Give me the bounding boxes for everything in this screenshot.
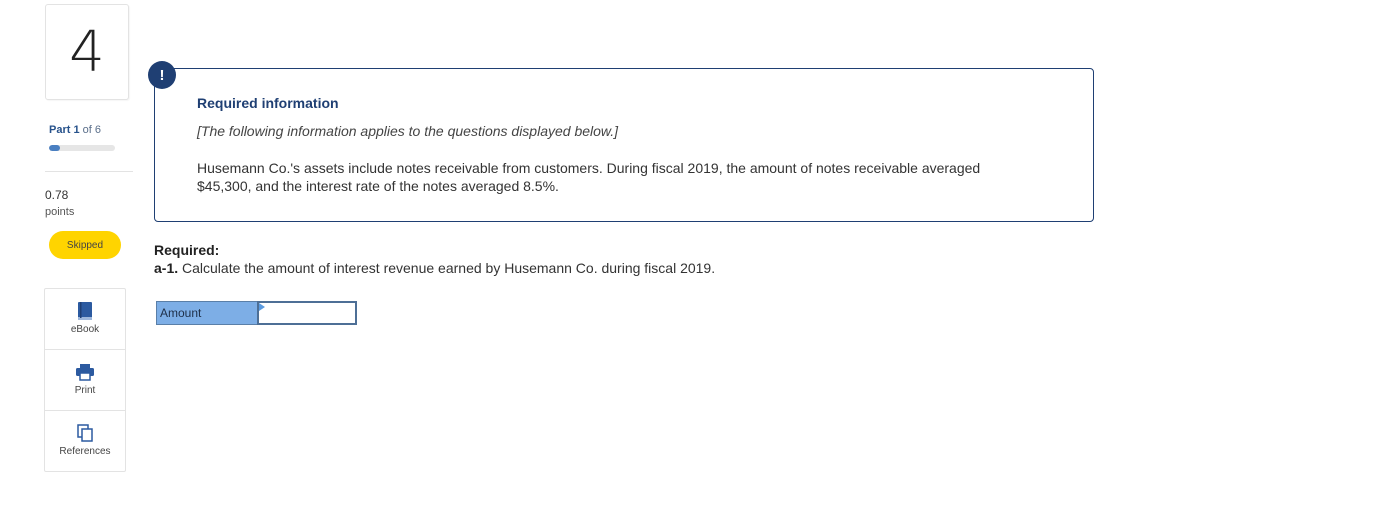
part-indicator: Part 1 of 6 — [49, 124, 101, 136]
part-prefix: Part 1 — [49, 124, 80, 136]
question-body: Calculate the amount of interest revenue… — [178, 260, 716, 276]
part-progress-fill — [49, 145, 60, 151]
print-button[interactable]: Print — [45, 350, 125, 411]
cell-marker-icon — [259, 303, 265, 311]
info-title: Required information — [197, 95, 339, 111]
part-current: 1 — [73, 124, 80, 136]
alert-icon: ! — [148, 61, 176, 89]
info-note: [The following information applies to th… — [197, 123, 619, 139]
required-information-box: Required information [The following info… — [154, 68, 1094, 222]
part-progress-bar — [49, 145, 115, 151]
copy-icon — [76, 423, 94, 443]
question-text: a-1. Calculate the amount of interest re… — [154, 260, 715, 276]
references-button[interactable]: References — [45, 411, 125, 472]
required-heading: Required: — [154, 242, 220, 258]
print-label: Print — [74, 385, 96, 396]
printer-icon — [75, 362, 95, 382]
sidebar-divider — [45, 171, 133, 172]
amount-input[interactable] — [259, 303, 355, 323]
status-badge: Skipped — [49, 231, 121, 259]
references-label: References — [59, 446, 111, 457]
ebook-label: eBook — [70, 324, 100, 335]
tools-panel: eBook Print References — [44, 288, 126, 472]
points-label: points — [45, 206, 75, 218]
question-label: a-1. — [154, 260, 179, 276]
amount-cell[interactable] — [257, 301, 357, 325]
book-icon — [77, 301, 93, 321]
answer-table: Amount — [156, 301, 357, 325]
amount-label: Amount — [156, 301, 257, 325]
info-body: Husemann Co.'s assets include notes rece… — [197, 160, 981, 194]
ebook-button[interactable]: eBook — [45, 289, 125, 350]
question-number: 4 — [45, 4, 129, 100]
points-value: 0.78 — [45, 188, 69, 202]
part-total: of 6 — [82, 124, 102, 136]
